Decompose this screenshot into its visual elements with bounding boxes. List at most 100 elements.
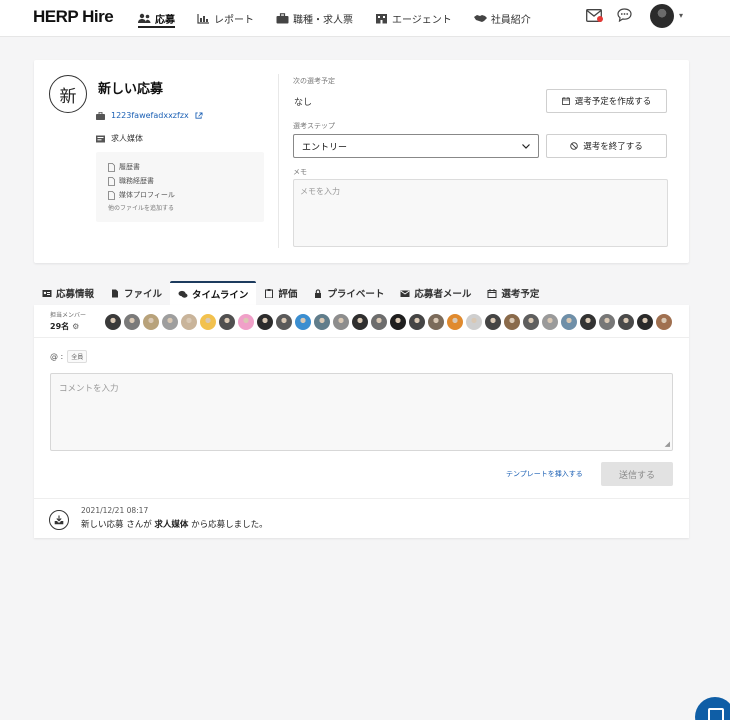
next-selection-value: なし — [294, 98, 313, 108]
member-avatar[interactable] — [389, 313, 407, 331]
nav-item-reports[interactable]: レポート — [197, 0, 254, 37]
member-avatar[interactable] — [636, 313, 654, 331]
file-name: 履歴書 — [119, 163, 140, 171]
media-label: 求人媒体 — [111, 134, 143, 143]
send-button[interactable]: 送信する — [601, 462, 673, 486]
nav-item-referrals[interactable]: 社員紹介 — [473, 0, 531, 37]
memo-label: メモ — [293, 168, 307, 176]
handshake-icon — [473, 15, 487, 22]
job-link-row[interactable]: 1223fawefadxxzfzx — [96, 111, 203, 120]
briefcase-icon — [96, 111, 105, 120]
member-avatar[interactable] — [370, 313, 388, 331]
people-icon — [138, 13, 151, 23]
member-avatar[interactable] — [541, 313, 559, 331]
member-avatar[interactable] — [465, 313, 483, 331]
member-avatar[interactable] — [275, 313, 293, 331]
event-text: 新しい応募 さんが 求人媒体 から応募しました。 — [81, 520, 268, 530]
member-avatar[interactable] — [199, 313, 217, 331]
next-selection-label: 次の選考予定 — [293, 77, 335, 85]
comment-input[interactable]: コメントを入力 ◢ — [50, 373, 673, 451]
nav-label: レポート — [214, 15, 254, 26]
mention-symbol: @ : — [50, 352, 64, 361]
top-navigation-bar: HERP Hire 応募 レポート 職種・求人票 エージェント 社員紹介 ▾ — [0, 0, 730, 37]
gear-icon[interactable]: ⚙ — [72, 322, 79, 331]
file-item[interactable]: 媒体プロフィール — [108, 188, 264, 202]
member-avatar[interactable] — [655, 313, 673, 331]
member-avatar[interactable] — [218, 313, 236, 331]
tab-private[interactable]: プライベート — [305, 281, 392, 305]
file-icon — [108, 190, 115, 200]
tab-application-info[interactable]: 応募情報 — [34, 281, 102, 305]
member-avatar[interactable] — [617, 313, 635, 331]
mention-all-tag[interactable]: 全員 — [67, 350, 88, 363]
file-name: 職務経歴書 — [119, 177, 154, 185]
member-avatar[interactable] — [123, 313, 141, 331]
member-avatar[interactable] — [427, 313, 445, 331]
member-avatar[interactable] — [332, 313, 350, 331]
member-avatar[interactable] — [180, 313, 198, 331]
end-selection-button[interactable]: 選考を終了する — [546, 134, 667, 158]
member-avatar[interactable] — [484, 313, 502, 331]
help-chat-button[interactable] — [695, 697, 730, 720]
members-label: 担当メンバー — [50, 312, 87, 319]
media-icon — [96, 135, 105, 142]
divider — [34, 337, 689, 338]
envelope-icon — [400, 290, 410, 297]
user-avatar[interactable] — [650, 4, 674, 28]
tab-applicant-mail[interactable]: 応募者メール — [392, 281, 479, 305]
file-icon — [108, 176, 115, 186]
member-avatar[interactable] — [104, 313, 122, 331]
external-link-icon — [195, 112, 203, 119]
insert-template-link[interactable]: テンプレートを挿入する — [506, 469, 583, 479]
file-item[interactable]: 履歴書 — [108, 160, 264, 174]
member-avatar[interactable] — [408, 313, 426, 331]
member-avatar[interactable] — [503, 313, 521, 331]
tab-files[interactable]: ファイル — [102, 281, 170, 305]
tab-timeline[interactable]: タイムライン — [170, 281, 257, 305]
file-item[interactable]: 職務経歴書 — [108, 174, 264, 188]
inbox-icon — [49, 510, 69, 530]
member-avatar[interactable] — [446, 313, 464, 331]
tab-evaluation[interactable]: 評価 — [256, 281, 305, 305]
member-avatar[interactable] — [161, 313, 179, 331]
member-avatar[interactable] — [560, 313, 578, 331]
memo-input[interactable]: メモを入力 — [293, 179, 668, 247]
applicant-avatar: 新 — [49, 75, 87, 113]
lock-icon — [315, 288, 322, 298]
job-link[interactable]: 1223fawefadxxzfzx — [111, 111, 189, 120]
app-logo[interactable]: HERP Hire — [33, 7, 114, 27]
chevron-down-icon[interactable]: ▾ — [679, 11, 683, 20]
member-avatar[interactable] — [313, 313, 331, 331]
applicant-name: 新しい応募 — [98, 82, 164, 97]
mention-row: @ : 全員 — [50, 350, 88, 363]
nav-label: 職種・求人票 — [293, 15, 353, 26]
main-nav: 応募 レポート 職種・求人票 エージェント 社員紹介 — [138, 0, 553, 37]
nav-item-applications[interactable]: 応募 — [138, 0, 175, 37]
calendar-icon — [487, 288, 497, 298]
add-file-link[interactable]: 他のファイルを追加する — [108, 203, 264, 212]
member-avatar[interactable] — [294, 313, 312, 331]
resize-handle[interactable]: ◢ — [665, 440, 670, 448]
member-avatar[interactable] — [522, 313, 540, 331]
chevron-down-icon — [522, 143, 530, 149]
nav-item-agents[interactable]: エージェント — [375, 0, 452, 37]
divider — [34, 498, 689, 499]
vertical-divider — [278, 74, 279, 248]
step-select[interactable]: エントリー — [293, 134, 539, 158]
tab-schedule[interactable]: 選考予定 — [479, 281, 547, 305]
member-avatar[interactable] — [256, 313, 274, 331]
nav-item-jobs[interactable]: 職種・求人票 — [276, 0, 353, 37]
members-count[interactable]: 29名 ⚙ — [50, 321, 79, 332]
media-row: 求人媒体 — [96, 133, 143, 144]
member-avatar[interactable] — [142, 313, 160, 331]
chat-bubble-icon[interactable] — [617, 8, 632, 22]
member-avatar[interactable] — [351, 313, 369, 331]
comments-icon — [178, 290, 188, 298]
create-schedule-button[interactable]: 選考予定を作成する — [546, 89, 667, 113]
member-avatar[interactable] — [579, 313, 597, 331]
ban-icon — [570, 142, 578, 150]
step-value: エントリー — [302, 142, 348, 153]
member-avatar[interactable] — [237, 313, 255, 331]
timeline-panel: 担当メンバー 29名 ⚙ @ : 全員 コメントを入力 ◢ テンプレートを挿入す… — [34, 305, 689, 538]
member-avatar[interactable] — [598, 313, 616, 331]
